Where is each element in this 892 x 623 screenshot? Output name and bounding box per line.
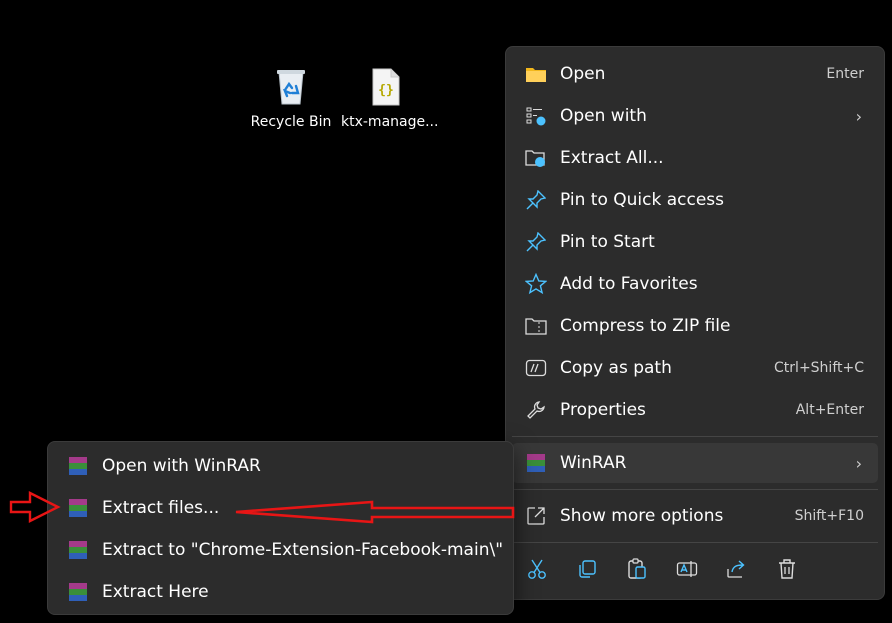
menu-item-winrar[interactable]: WinRAR ›: [512, 443, 878, 483]
wrench-icon: [522, 398, 550, 422]
submenu-item-label: Extract to "Chrome-Extension-Facebook-ma…: [102, 540, 504, 560]
copy-path-icon: [522, 356, 550, 380]
menu-separator: [512, 489, 878, 490]
submenu-item-label: Extract files...: [102, 498, 220, 518]
delete-icon[interactable]: [762, 549, 812, 589]
quick-actions-bar: [512, 547, 878, 591]
desktop-icon-label: ktx-manage...: [341, 114, 439, 130]
menu-item-label: Extract All...: [560, 148, 664, 168]
pin-icon: [522, 230, 550, 254]
star-icon: [522, 272, 550, 296]
menu-item-compress-zip[interactable]: Compress to ZIP file: [512, 306, 878, 346]
menu-item-label: Pin to Start: [560, 232, 655, 252]
menu-separator: [512, 542, 878, 543]
menu-item-label: Open: [560, 64, 606, 84]
more-options-icon: [522, 504, 550, 528]
menu-item-pin-quick-access[interactable]: Pin to Quick access: [512, 180, 878, 220]
menu-item-label: WinRAR: [560, 453, 627, 473]
desktop-icon-recycle-bin[interactable]: Recycle Bin: [246, 68, 336, 130]
submenu-item-extract-files[interactable]: Extract files...: [54, 488, 507, 528]
submenu-item-label: Open with WinRAR: [102, 456, 261, 476]
chevron-right-icon: ›: [855, 453, 862, 473]
menu-item-pin-to-start[interactable]: Pin to Start: [512, 222, 878, 262]
submenu-item-extract-to-folder[interactable]: Extract to "Chrome-Extension-Facebook-ma…: [54, 530, 507, 570]
menu-item-open-with[interactable]: Open with ›: [512, 96, 878, 136]
desktop-icon-json-file[interactable]: {} ktx-manage...: [341, 68, 439, 130]
menu-item-show-more-options[interactable]: Show more options Shift+F10: [512, 496, 878, 536]
pin-icon: [522, 188, 550, 212]
winrar-icon: [522, 451, 550, 475]
submenu-item-label: Extract Here: [102, 582, 209, 602]
shortcut-text: Alt+Enter: [795, 402, 864, 418]
share-icon[interactable]: [712, 549, 762, 589]
menu-item-properties[interactable]: Properties Alt+Enter: [512, 390, 878, 430]
menu-item-label: Pin to Quick access: [560, 190, 725, 210]
shortcut-text: Shift+F10: [794, 508, 864, 524]
menu-item-open[interactable]: Open Enter: [512, 54, 878, 94]
menu-item-extract-all[interactable]: Extract All...: [512, 138, 878, 178]
winrar-icon: [64, 496, 92, 520]
winrar-submenu: Open with WinRAR Extract files... Extrac…: [47, 441, 514, 615]
copy-icon[interactable]: [562, 549, 612, 589]
menu-item-label: Add to Favorites: [560, 274, 698, 294]
recycle-bin-icon: [246, 68, 336, 110]
folder-icon: [522, 62, 550, 86]
context-menu: Open Enter Open with › Extract All... Pi…: [505, 46, 885, 600]
menu-item-add-to-favorites[interactable]: Add to Favorites: [512, 264, 878, 304]
winrar-icon: [64, 580, 92, 604]
menu-item-label: Show more options: [560, 506, 724, 526]
cut-icon[interactable]: [512, 549, 562, 589]
paste-icon[interactable]: [612, 549, 662, 589]
desktop-icon-label: Recycle Bin: [250, 114, 332, 130]
menu-item-copy-as-path[interactable]: Copy as path Ctrl+Shift+C: [512, 348, 878, 388]
rename-icon[interactable]: [662, 549, 712, 589]
submenu-item-open-with-winrar[interactable]: Open with WinRAR: [54, 446, 507, 486]
menu-item-label: Properties: [560, 400, 646, 420]
submenu-item-extract-here[interactable]: Extract Here: [54, 572, 507, 612]
svg-text:{}: {}: [378, 83, 394, 98]
winrar-icon: [64, 538, 92, 562]
chevron-right-icon: ›: [855, 106, 862, 126]
extract-folder-icon: [522, 146, 550, 170]
menu-item-label: Compress to ZIP file: [560, 316, 731, 336]
open-with-icon: [522, 104, 550, 128]
winrar-icon: [64, 454, 92, 478]
menu-separator: [512, 436, 878, 437]
zip-icon: [522, 314, 550, 338]
menu-item-label: Copy as path: [560, 358, 672, 378]
menu-item-label: Open with: [560, 106, 647, 126]
shortcut-text: Enter: [826, 66, 864, 82]
shortcut-text: Ctrl+Shift+C: [774, 360, 864, 376]
json-file-icon: {}: [341, 68, 431, 110]
